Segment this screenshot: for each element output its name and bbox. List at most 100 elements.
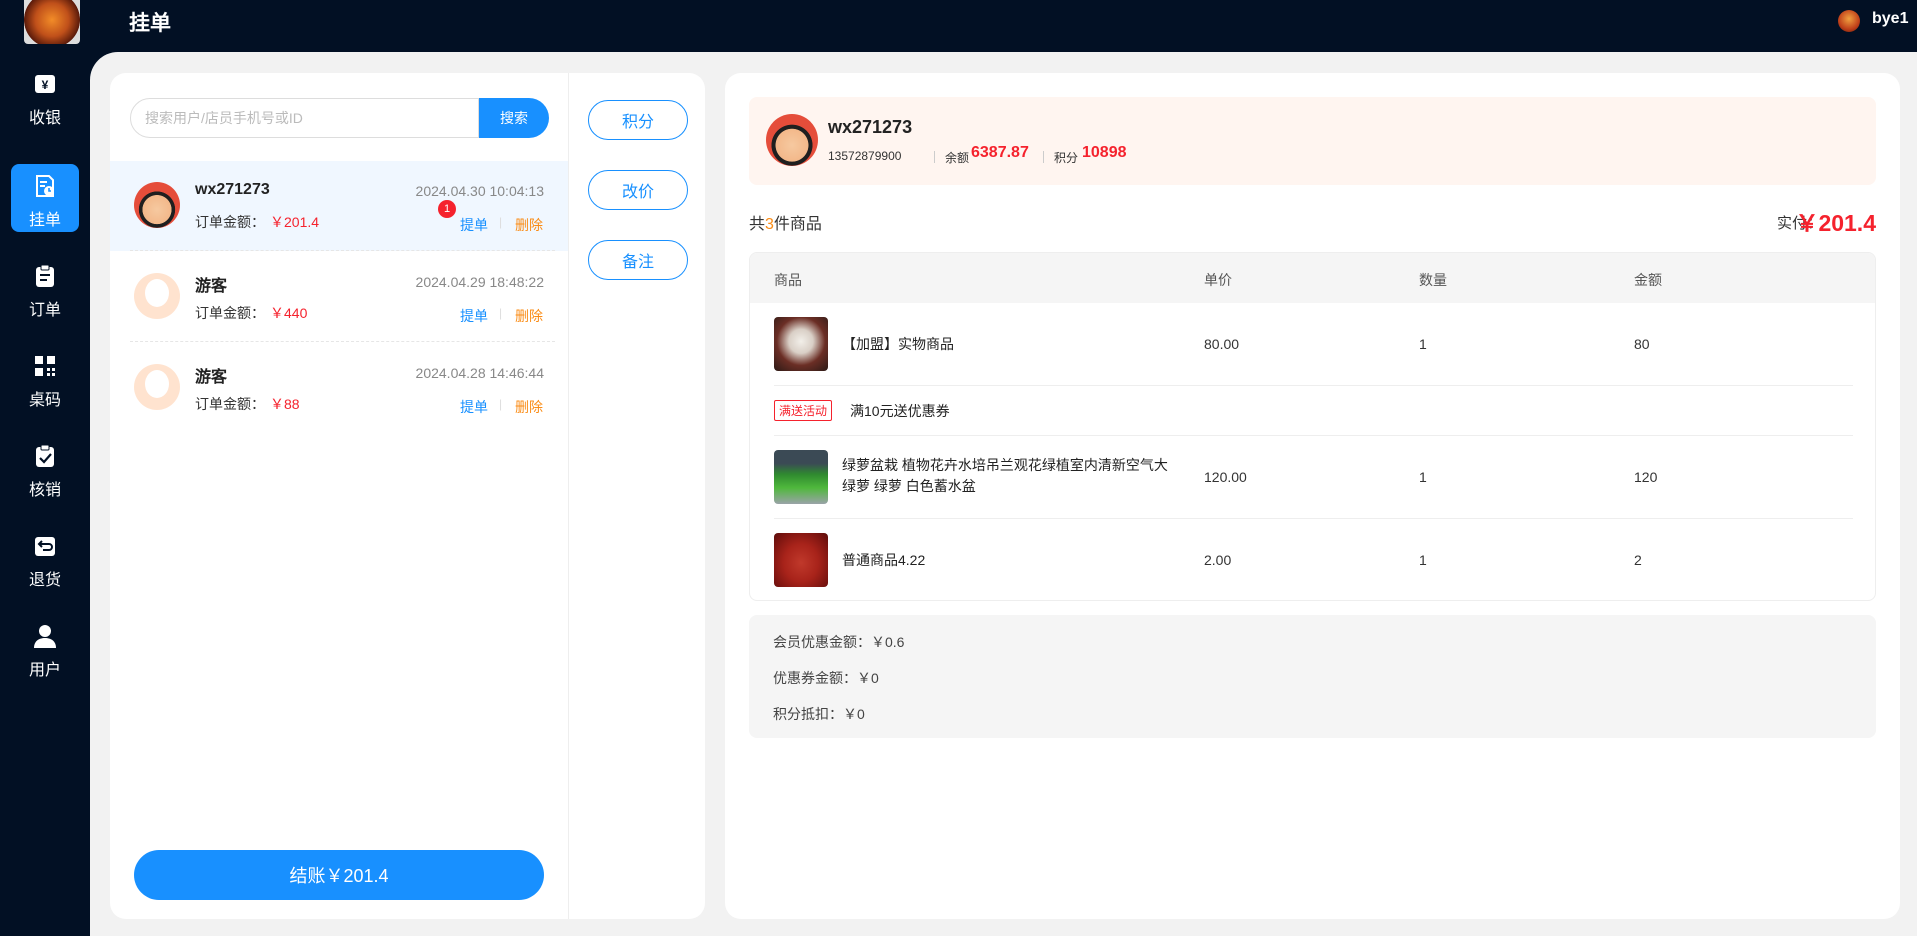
delete-order-link[interactable]: 删除: [515, 397, 543, 417]
product-name: 绿萝盆栽 植物花卉水培吊兰观花绿植室内清新空气大绿萝 绿萝 白色蓄水盆: [842, 457, 1168, 494]
count-number: 3: [765, 216, 774, 233]
sidebar-item-label: 挂单: [28, 212, 61, 229]
return-icon: [35, 537, 55, 556]
pick-order-link[interactable]: 提单: [460, 397, 488, 417]
held-order-item[interactable]: wx271273 2024.04.30 10:04:13 订单金额： ￥201.…: [110, 161, 568, 251]
user-name[interactable]: bye1: [1872, 10, 1908, 28]
product-thumbnail: [774, 317, 828, 371]
pick-order-link[interactable]: 提单: [460, 306, 488, 326]
sidebar-item-users[interactable]: 用户: [11, 614, 79, 682]
verify-icon: [36, 444, 54, 467]
cash-register-icon: ¥: [35, 75, 55, 93]
order-amount-label: 订单金额：: [195, 305, 265, 321]
order-time: 2024.04.30 10:04:13: [415, 183, 544, 199]
line-amount: 80: [1634, 336, 1650, 352]
order-customer-name: wx271273: [195, 181, 270, 198]
sidebar-item-label: 订单: [28, 302, 61, 319]
line-amount: 120: [1634, 469, 1658, 485]
product-thumbnail: [774, 533, 828, 587]
qr-code-icon: [35, 356, 55, 376]
product-name: 普通商品4.22: [842, 552, 926, 568]
item-count: 共3件商品: [749, 210, 822, 234]
divider: |: [499, 215, 503, 229]
balance-label: 余额: [945, 151, 970, 165]
order-amount-label: 订单金额：: [195, 214, 265, 230]
divider: |: [499, 306, 503, 320]
divider: [130, 341, 555, 342]
hold-order-icon: [36, 175, 54, 197]
column-header-price: 单价: [1204, 272, 1232, 288]
unit-price: 120.00: [1204, 469, 1247, 485]
search-input[interactable]: [130, 98, 479, 138]
order-detail-panel: wx271273 13572879900 余额 6387.87 积分 10898…: [725, 73, 1900, 919]
order-amount: ￥440: [270, 305, 308, 321]
quantity: 1: [1419, 469, 1427, 485]
count-prefix: 共: [749, 216, 766, 233]
sidebar-item-cashier[interactable]: ¥ 收银: [11, 62, 79, 130]
table-row: 绿萝盆栽 植物花卉水培吊兰观花绿植室内清新空气大绿萝 绿萝 白色蓄水盆 120.…: [750, 436, 1875, 519]
table-row: 【加盟】实物商品 80.00 1 80: [750, 303, 1875, 386]
unit-price: 2.00: [1204, 552, 1232, 568]
table-row: 普通商品4.22 2.00 1 2: [750, 519, 1875, 600]
held-order-item[interactable]: 游客 2024.04.29 18:48:22 订单金额： ￥440 提单 | 删…: [110, 252, 568, 342]
order-time: 2024.04.29 18:48:22: [415, 274, 544, 290]
line-amount: 2: [1634, 552, 1642, 568]
balance-value: 6387.87: [971, 144, 1029, 161]
sidebar-item-table-code[interactable]: 桌码: [11, 344, 79, 412]
order-customer-name: 游客: [195, 369, 228, 386]
avatar: [134, 273, 180, 319]
points-value: 10898: [1082, 144, 1127, 161]
points-deduction: 积分抵扣：￥0: [773, 706, 865, 722]
remark-button[interactable]: 备注: [588, 240, 688, 280]
sidebar-item-verify[interactable]: 核销: [11, 434, 79, 502]
count-suffix: 件商品: [773, 216, 822, 233]
divider: [130, 250, 555, 251]
column-header-qty: 数量: [1419, 272, 1447, 288]
order-time: 2024.04.28 14:46:44: [415, 365, 544, 381]
order-amount: ￥201.4: [270, 214, 320, 230]
search-button[interactable]: 搜索: [479, 98, 549, 138]
pick-order-link[interactable]: 提单: [460, 215, 488, 235]
column-header-amount: 金额: [1634, 272, 1662, 288]
checkout-button[interactable]: 结账￥201.4: [134, 850, 544, 900]
held-order-item[interactable]: 游客 2024.04.28 14:46:44 订单金额： ￥88 提单 | 删除: [110, 343, 568, 433]
sidebar-item-label: 核销: [28, 482, 61, 499]
avatar: [134, 364, 180, 410]
discount-summary: 会员优惠金额：￥0.6 优惠券金额：￥0 积分抵扣：￥0: [749, 615, 1876, 738]
avatar: [134, 182, 180, 228]
pay-amount: ￥201.4: [1795, 210, 1876, 236]
column-header-goods: 商品: [774, 272, 802, 288]
page-title: 挂单: [129, 12, 171, 35]
divider: [934, 151, 935, 163]
order-customer-name: 游客: [195, 278, 228, 295]
sidebar-item-hold[interactable]: 挂单: [11, 164, 79, 232]
member-discount: 会员优惠金额：￥0.6: [773, 634, 905, 650]
unit-price: 80.00: [1204, 336, 1240, 352]
user-avatar[interactable]: [1838, 10, 1860, 32]
held-orders-panel: 搜索 wx271273 2024.04.30 10:04:13 订单金额： ￥2…: [110, 73, 568, 919]
order-amount-label: 订单金额：: [195, 396, 265, 412]
notification-badge: 1: [438, 200, 456, 218]
table-header: 商品 单价 数量 金额: [750, 253, 1875, 303]
coupon-amount: 优惠券金额：￥0: [773, 670, 879, 686]
divider: [1043, 151, 1044, 163]
sidebar-item-orders[interactable]: 订单: [11, 254, 79, 322]
delete-order-link[interactable]: 删除: [515, 306, 543, 326]
delete-order-link[interactable]: 删除: [515, 215, 543, 235]
sidebar-item-label: 收银: [28, 110, 61, 127]
sidebar-item-return[interactable]: 退货: [11, 524, 79, 592]
product-thumbnail: [774, 450, 828, 504]
clipboard-icon: [36, 264, 54, 287]
promo-text: 满10元送优惠券: [850, 403, 950, 419]
sidebar-item-label: 用户: [28, 662, 61, 679]
promo-row: 满送活动 满10元送优惠券: [750, 386, 1875, 436]
sidebar: ¥ 收银 挂单 订单 桌码 核销 退货 用户: [0, 52, 90, 936]
goods-table: 商品 单价 数量 金额 【加盟】实物商品 80.00 1 80 满送活动 满10…: [749, 252, 1876, 601]
quantity: 1: [1419, 552, 1427, 568]
change-price-button[interactable]: 改价: [588, 170, 688, 210]
actions-panel: 积分 改价 备注: [568, 73, 705, 919]
svg-text:¥: ¥: [42, 78, 49, 92]
quantity: 1: [1419, 336, 1427, 352]
product-name: 【加盟】实物商品: [842, 336, 954, 352]
points-button[interactable]: 积分: [588, 100, 688, 140]
